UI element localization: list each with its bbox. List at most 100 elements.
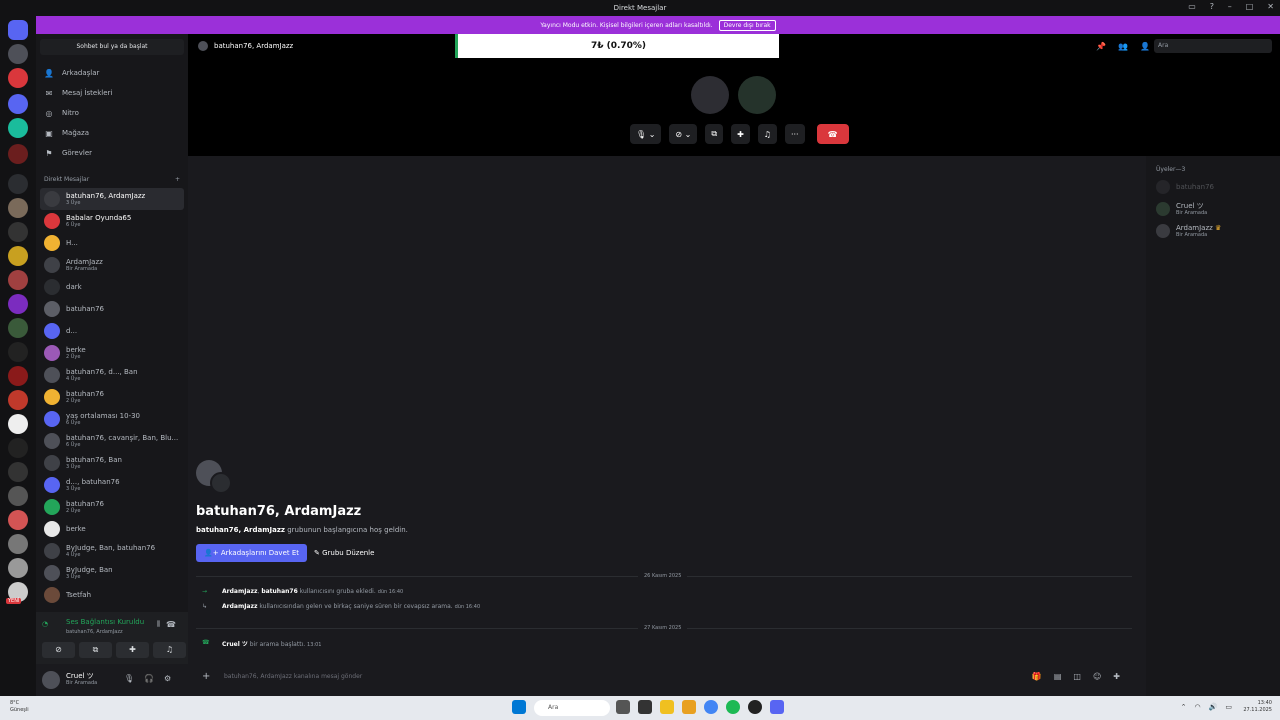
disconnect-icon[interactable]: ☎ [166,620,176,629]
discord-icon[interactable] [770,700,784,714]
soundboard-button[interactable]: ♫ [153,642,186,658]
member-item[interactable]: ArdamJazz ♛ Bir Aramada [1156,224,1221,238]
dm-item[interactable]: d..., batuhan76 3 Üye [40,474,184,496]
search-input[interactable]: Ara [1154,39,1272,53]
minimize-button[interactable]: – [1228,2,1232,11]
chevron-up-icon[interactable]: ⌃ [1181,703,1187,711]
participant-avatar[interactable] [691,76,729,114]
dm-item[interactable]: batuhan76 [40,298,184,320]
server-icon[interactable] [8,486,28,506]
dm-item[interactable]: d... [40,320,184,342]
edit-group-button[interactable]: ✎ Grubu Düzenle [308,544,380,562]
nav-shop[interactable]: ▣ Mağaza [44,124,89,142]
app-icon[interactable] [616,700,630,714]
microphone-icon[interactable]: 🎙 [124,674,134,683]
network-icon[interactable]: ◠ [1195,703,1201,711]
discord-home-icon[interactable] [8,20,28,40]
invite-friends-button[interactable]: 👤+ Arkadaşlarını Davet Et [196,544,308,562]
volume-icon[interactable]: 🔊 [1209,703,1218,711]
dm-item[interactable]: batuhan76, cavanşir, Ban, Blu... 6 Üye [40,430,184,452]
server-icon[interactable] [8,144,28,164]
server-icon[interactable] [8,342,28,362]
voice-status[interactable]: Ses Bağlantısı Kuruldu [66,618,144,626]
dm-item[interactable]: batuhan76, Ban 3 Üye [40,452,184,474]
attach-icon[interactable]: + [202,666,210,688]
server-icon[interactable] [8,68,28,88]
server-icon[interactable] [8,462,28,482]
app-icon[interactable] [748,700,762,714]
dm-item[interactable]: batuhan76 2 Üye [40,496,184,518]
dm-item[interactable]: Babalar Oyunda65 6 Üye [40,210,184,232]
nav-message-requests[interactable]: ✉ Mesaj İstekleri [44,84,113,102]
activities-button[interactable]: ✚ [731,124,750,144]
server-icon[interactable] [8,366,28,386]
disable-streamer-mode-button[interactable]: Devre dışı bırak [718,19,776,31]
screen-share-button[interactable]: ⧉ [79,642,112,658]
server-icon[interactable] [8,318,28,338]
nav-nitro[interactable]: ◎ Nitro [44,104,79,122]
server-icon[interactable] [8,438,28,458]
gift-icon[interactable]: 🎁 [1032,666,1042,688]
battery-icon[interactable]: ▭ [1225,703,1232,711]
close-button[interactable]: ✕ [1267,2,1274,11]
maximize-button[interactable]: □ [1246,2,1254,11]
settings-icon[interactable]: ⚙ [164,674,171,683]
dm-item[interactable]: ByJudge, Ban, batuhan76 4 Üye [40,540,184,562]
terminal-icon[interactable] [638,700,652,714]
dm-item[interactable]: yaş ortalaması 10-30 6 Üye [40,408,184,430]
message-input[interactable]: + batuhan76, ArdamJazz kanalına mesaj gö… [196,666,1136,688]
server-icon[interactable] [8,510,28,530]
add-dm-button[interactable]: + [175,176,180,183]
dm-item[interactable]: dark [40,276,184,298]
member-list-icon[interactable]: 👤 [1140,42,1150,51]
server-icon[interactable] [8,222,28,242]
noise-suppression-icon[interactable]: ⫼ [157,620,160,629]
mute-button[interactable]: 🎙 ⌄ [630,124,662,144]
chrome-icon[interactable] [704,700,718,714]
server-icon[interactable] [8,390,28,410]
dm-item[interactable]: Tsetfah [40,584,184,606]
help-icon[interactable]: ? [1210,2,1214,11]
screen-share-button[interactable]: ⧉ [705,124,724,144]
nav-quests[interactable]: ⚑ Görevler [44,144,92,162]
server-icon[interactable] [8,118,28,138]
clock[interactable]: 13:40 27.11.2025 [1243,700,1272,714]
activity-button[interactable]: ✚ [116,642,149,658]
server-icon[interactable] [8,246,28,266]
soundboard-button[interactable]: ♫ [757,124,777,144]
find-conversation-button[interactable]: Sohbet bul ya da başlat [40,39,184,55]
sticker-icon[interactable]: ◫ [1073,666,1081,688]
headphones-icon[interactable]: 🎧 [144,674,154,683]
member-item[interactable]: Cruel ツ Bir Aramada [1156,202,1207,216]
member-item[interactable]: batuhan76 [1156,180,1214,194]
server-icon[interactable] [8,558,28,578]
apps-icon[interactable]: ✚ [1113,666,1120,688]
server-icon[interactable] [8,414,28,434]
dm-item[interactable]: batuhan76, d..., Ban 4 Üye [40,364,184,386]
add-friends-icon[interactable]: 👥 [1118,42,1128,51]
dm-item[interactable]: ArdamJazz Bir Aramada [40,254,184,276]
system-tray[interactable]: ⌃ ◠ 🔊 ▭ [1181,703,1232,711]
dm-item[interactable]: batuhan76, ArdamJazz 3 Üye [40,188,184,210]
server-icon[interactable] [8,270,28,290]
camera-toggle-button[interactable]: ⊘ ⌄ [669,124,698,144]
weather-widget[interactable]: 8°C Güneşli [10,700,29,714]
nav-friends[interactable]: 👤 Arkadaşlar [44,64,99,82]
spotify-icon[interactable] [726,700,740,714]
start-icon[interactable] [512,700,526,714]
dm-item[interactable]: H... [40,232,184,254]
leave-call-button[interactable]: ☎ [816,124,849,144]
server-icon[interactable] [8,534,28,554]
dm-item[interactable]: ByJudge, Ban 3 Üye [40,562,184,584]
server-icon[interactable] [8,198,28,218]
participant-avatar[interactable] [738,76,776,114]
stream-preview[interactable]: 7₺ (0.70%) [455,34,779,58]
server-icon[interactable] [8,94,28,114]
pin-icon[interactable]: 📌 [1096,42,1106,51]
file-explorer-icon[interactable] [660,700,674,714]
avatar[interactable] [42,671,60,689]
server-icon[interactable] [8,294,28,314]
more-options-button[interactable]: ··· [784,124,805,144]
inbox-icon[interactable]: ▭ [1188,2,1196,11]
gif-icon[interactable]: ▤ [1054,666,1062,688]
